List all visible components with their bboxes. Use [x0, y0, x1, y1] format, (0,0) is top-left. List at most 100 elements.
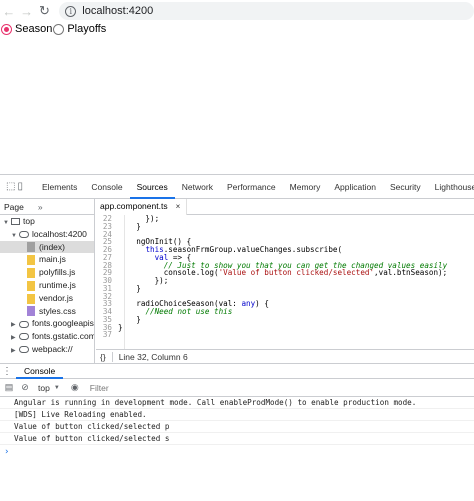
editor-file-tab-label: app.component.ts — [100, 201, 168, 211]
code-line: 31 } — [96, 283, 474, 293]
url-text: localhost:4200 — [82, 5, 154, 17]
playoffs-radio[interactable] — [53, 23, 65, 35]
tab-console[interactable]: Console — [84, 175, 129, 199]
tree-item-label: runtime.js — [39, 279, 76, 290]
code-text: } — [118, 322, 123, 332]
script-file-icon — [27, 280, 35, 291]
console-prompt[interactable]: › — [0, 445, 474, 459]
season-radio-label[interactable]: Season — [15, 23, 52, 35]
tab-network[interactable]: Network — [175, 175, 220, 199]
tree-item[interactable]: styles.css — [0, 305, 94, 318]
drawer-tabbar: ⋮ Console — [0, 363, 474, 379]
info-icon[interactable]: i — [65, 5, 77, 17]
file-tree: ▼ top ▼ localhost:4200 (index) main.js polyfil… — [0, 215, 94, 356]
console-message: Value of button clicked/selected p — [0, 421, 474, 433]
tree-item[interactable]: ▶ fonts.gstatic.com — [0, 330, 94, 343]
tree-item-label: main.js — [39, 254, 66, 265]
tab-memory[interactable]: Memory — [283, 175, 328, 199]
editor-file-tab[interactable]: app.component.ts × — [96, 198, 188, 215]
tree-item[interactable]: ▶fonts.googleapis.com — [0, 317, 94, 330]
code-text: } — [118, 283, 141, 293]
console-message: Angular is running in development mode. … — [0, 397, 474, 409]
pretty-print-icon[interactable]: {} — [100, 352, 106, 362]
context-selector[interactable]: top ▼ — [38, 383, 60, 393]
device-toolbar-icon[interactable]: ▯ — [17, 181, 23, 193]
tab-application[interactable]: Application — [327, 175, 383, 199]
code-line: 30 }); — [96, 277, 474, 285]
sources-panel: Page » ▼ top ▼ localhost:4200 (index) main.js… — [0, 198, 474, 363]
file-navigator: Page » ▼ top ▼ localhost:4200 (index) main.js… — [0, 199, 95, 363]
tree-item[interactable]: main.js — [0, 253, 94, 266]
code-line: 36} — [96, 322, 474, 332]
more-tabs-icon[interactable]: » — [38, 202, 43, 212]
script-file-icon — [27, 267, 35, 278]
tab-security[interactable]: Security — [383, 175, 428, 199]
code-editor: app.component.ts × 22 }); 23 } 24 25 ngOnIn… — [96, 198, 474, 363]
cloud-icon — [19, 320, 29, 328]
clear-console-icon[interactable]: ⊘ — [18, 382, 32, 393]
tree-item[interactable]: ▼ top — [0, 215, 94, 228]
cloud-icon — [19, 346, 29, 354]
tree-item-label: (index) — [39, 241, 65, 252]
console-message: [WDS] Live Reloading enabled. — [0, 409, 474, 421]
tree-item-label: polyfills.js — [39, 267, 76, 278]
editor-tabbar: app.component.ts × — [96, 198, 474, 215]
tree-item-label: fonts.gstatic.com — [32, 331, 95, 342]
frame-icon — [11, 218, 20, 226]
console-message: Value of button clicked/selected s — [0, 433, 474, 445]
playoffs-radio-label[interactable]: Playoffs — [67, 23, 106, 35]
collapsed-triangle-icon: ▶ — [11, 347, 16, 354]
tree-item-label: localhost:4200 — [32, 228, 87, 239]
cloud-icon — [19, 333, 29, 341]
back-arrow-icon[interactable]: ← — [0, 4, 18, 19]
season-radio[interactable] — [1, 23, 12, 35]
cursor-position: Line 32, Column 6 — [118, 351, 188, 362]
line-number[interactable]: 37 — [96, 331, 118, 339]
console-output: Angular is running in development mode. … — [0, 397, 474, 501]
tree-item-label: styles.css — [39, 305, 76, 316]
season-radio-group: Season Playoffs — [0, 22, 474, 35]
tab-lighthouse[interactable]: Lighthouse — [428, 175, 474, 199]
cloud-icon — [19, 231, 29, 239]
page-viewport: Season Playoffs — [0, 22, 474, 174]
browser-toolbar: ← → ↻ i localhost:4200 — [0, 0, 474, 22]
sidebar-toggle-icon[interactable]: ▤ — [2, 382, 16, 393]
document-icon — [27, 242, 35, 253]
navigator-tab-page[interactable]: Page — [4, 202, 24, 212]
caret-down-icon: ▼ — [53, 384, 60, 391]
tree-item[interactable]: ▶ webpack:// — [0, 343, 94, 356]
reload-icon[interactable]: ↻ — [36, 3, 54, 19]
address-bar[interactable]: i localhost:4200 — [59, 2, 474, 20]
script-file-icon — [27, 255, 35, 266]
tab-elements[interactable]: Elements — [35, 175, 84, 199]
tree-item[interactable]: (index) — [0, 240, 94, 254]
code-line: 35 } — [96, 315, 474, 324]
tab-performance[interactable]: Performance — [220, 175, 283, 199]
eye-icon[interactable]: ◉ — [68, 382, 82, 393]
tree-item[interactable]: runtime.js — [0, 279, 94, 292]
devtools-tabbar: ⬚ ▯ Elements Console Sources Network Per… — [0, 175, 474, 199]
tree-item[interactable]: polyfills.js — [0, 266, 94, 279]
close-icon[interactable]: × — [176, 199, 181, 214]
drawer-tab-console[interactable]: Console — [16, 364, 64, 379]
devtools-panel: ⬚ ▯ Elements Console Sources Network Per… — [0, 174, 474, 500]
editor-status-bar: {} Line 32, Column 6 — [96, 349, 474, 363]
tree-item-label: webpack:// — [32, 343, 73, 354]
drawer-menu-icon[interactable]: ⋮ — [0, 366, 14, 377]
code-line: 37 — [96, 331, 474, 339]
code-line: 22 }); — [96, 215, 474, 223]
filter-input[interactable]: Filter — [90, 383, 109, 393]
tree-item[interactable]: vendor.js — [0, 292, 94, 305]
stylesheet-icon — [27, 306, 35, 317]
code-line: 34 //Need not use this — [96, 308, 474, 316]
status-divider — [111, 351, 113, 362]
code-text: } — [118, 221, 141, 231]
tree-item-label: fonts.googleapis.com — [32, 318, 94, 329]
code-area[interactable]: 22 }); 23 } 24 25 ngOnInit() {26 this.seaso… — [96, 215, 474, 349]
tree-item[interactable]: ▼ localhost:4200 — [0, 228, 94, 241]
inspect-element-icon[interactable]: ⬚ — [6, 181, 15, 193]
console-toolbar: ▤ ⊘ top ▼ ◉ Filter — [0, 379, 474, 397]
forward-arrow-icon[interactable]: → — [18, 4, 36, 19]
tab-sources[interactable]: Sources — [129, 175, 175, 199]
navigator-header: Page » — [0, 199, 94, 215]
